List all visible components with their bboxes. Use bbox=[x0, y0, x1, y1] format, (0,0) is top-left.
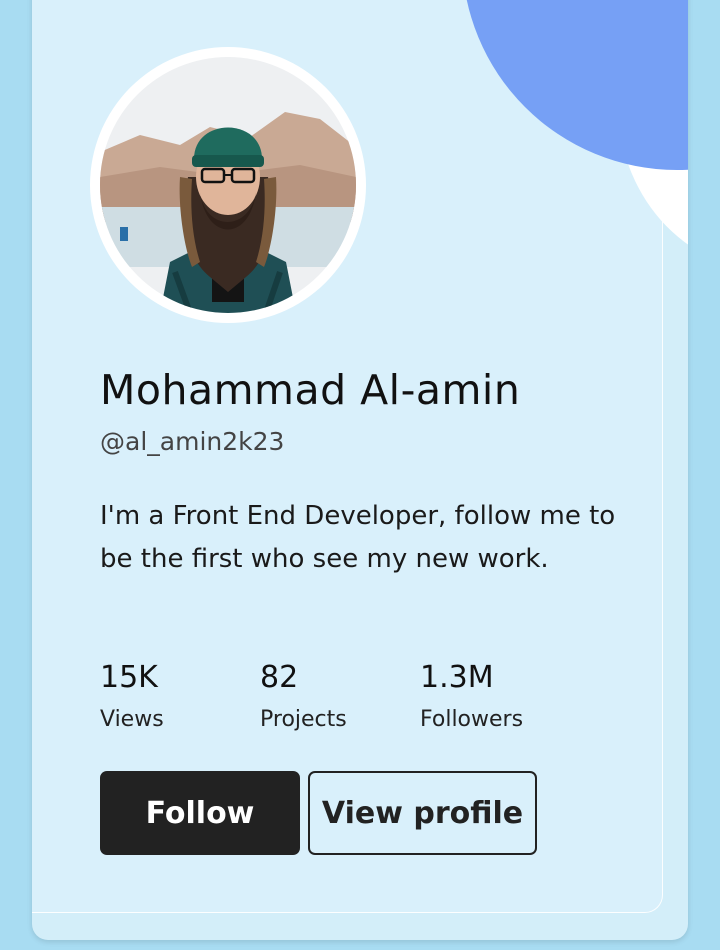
avatar-image bbox=[100, 57, 356, 313]
avatar bbox=[90, 47, 366, 323]
stat-followers: 1.3M Followers bbox=[420, 660, 523, 732]
stat-views: 15K Views bbox=[100, 660, 164, 732]
stat-label: Projects bbox=[260, 707, 347, 732]
profile-bio: I'm a Front End Developer, follow me to … bbox=[100, 501, 616, 574]
view-profile-button[interactable]: View profile bbox=[308, 771, 537, 855]
profile-name: Mohammad Al-amin bbox=[100, 366, 521, 414]
stat-value: 1.3M bbox=[420, 660, 494, 695]
stat-value: 82 bbox=[260, 660, 299, 695]
avatar-photo bbox=[100, 57, 356, 313]
profile-handle: @al_amin2k23 bbox=[100, 427, 285, 456]
stat-value: 15K bbox=[100, 660, 158, 695]
follow-button[interactable]: Follow bbox=[100, 771, 300, 855]
stat-label: Views bbox=[100, 707, 164, 732]
stat-projects: 82 Projects bbox=[260, 660, 347, 732]
stat-label: Followers bbox=[420, 707, 524, 732]
